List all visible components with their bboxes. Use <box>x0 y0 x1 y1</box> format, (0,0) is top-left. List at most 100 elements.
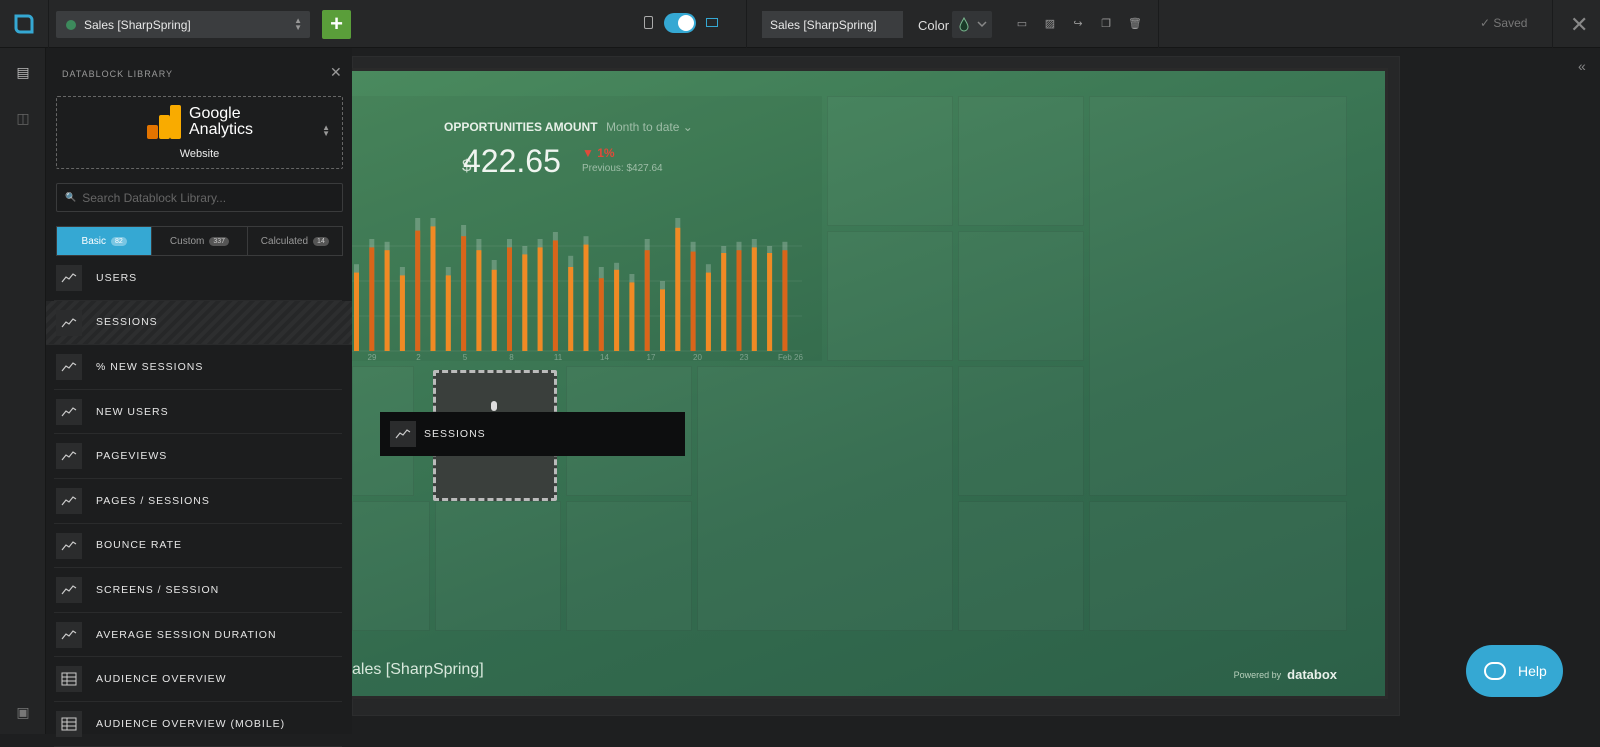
grid-cell[interactable] <box>958 96 1084 226</box>
library-item[interactable]: SCREENS / SESSION <box>54 568 342 613</box>
library-item-label: BOUNCE RATE <box>96 539 183 552</box>
trash-icon[interactable]: 🗑 <box>1128 18 1142 30</box>
grid-cell[interactable] <box>827 231 953 361</box>
library-item[interactable]: AVERAGE SESSION DURATION <box>54 613 342 658</box>
check-circle-icon: ✓ <box>1480 16 1494 30</box>
bar-chart: 29 2 5 8 11 14 17 20 23 Feb 26 <box>352 218 804 361</box>
bar-current <box>522 254 528 351</box>
grid-cell[interactable] <box>1089 501 1347 631</box>
grid-cell[interactable] <box>352 501 430 631</box>
help-button[interactable]: Help <box>1466 645 1563 697</box>
library-item[interactable]: PAGEVIEWS <box>54 434 342 479</box>
source-name-line1: Google <box>189 105 241 122</box>
previous-value: Previous: $427.64 <box>582 163 663 174</box>
bar-current <box>690 251 696 351</box>
copy-icon[interactable]: ❐ <box>1100 18 1112 30</box>
monitor-icon[interactable]: ▭ <box>1016 18 1028 30</box>
grid-cell[interactable] <box>827 96 953 226</box>
library-tabs: Basic 82 Custom 337 Calculated 14 <box>56 226 343 256</box>
console-icon[interactable]: ▣ <box>13 704 33 722</box>
chevron-down-icon: ⌄ <box>682 120 693 134</box>
color-picker[interactable] <box>952 11 992 38</box>
x-tick-label: 20 <box>693 353 702 361</box>
divider <box>1552 0 1553 48</box>
search-placeholder: Search Datablock Library... <box>82 190 227 205</box>
dragging-datablock[interactable]: SESSIONS <box>380 412 685 456</box>
library-item[interactable]: AUDIENCE OVERVIEW <box>54 657 342 702</box>
data-source-selector[interactable]: Google Analytics Website ▲ ▼ <box>56 96 343 169</box>
close-editor-icon[interactable]: ✕ <box>1570 12 1588 38</box>
table-icon <box>56 710 82 737</box>
datablock-opportunities[interactable]: 29 2 5 8 11 14 17 20 23 Feb 26 OPPORTUNITIES AMOU… <box>352 96 822 361</box>
library-item[interactable]: NEW USERS <box>54 390 342 435</box>
bar-current <box>660 289 665 351</box>
chart-settings-icon[interactable]: ◫ <box>13 110 33 128</box>
grid-cell[interactable] <box>958 366 1084 496</box>
grid-cell[interactable] <box>566 501 692 631</box>
library-item[interactable]: SESSIONS <box>46 300 352 346</box>
line-chart-icon <box>56 577 82 604</box>
bar-current <box>491 269 497 351</box>
library-item[interactable]: USERS <box>54 256 342 301</box>
library-item[interactable]: BOUNCE RATE <box>54 524 342 569</box>
bar-current <box>751 247 757 351</box>
bar-current <box>721 253 727 351</box>
library-item[interactable]: % NEW SESSIONS <box>54 345 342 390</box>
view-toggle[interactable] <box>664 13 696 33</box>
add-button[interactable]: + <box>322 10 351 39</box>
library-item-label: AUDIENCE OVERVIEW <box>96 673 227 686</box>
line-chart-icon <box>56 354 82 381</box>
search-input[interactable]: 🔍 Search Datablock Library... <box>56 183 343 212</box>
close-panel-icon[interactable]: ✕ <box>330 64 342 81</box>
library-icon[interactable]: ▤ <box>13 64 33 82</box>
share-icon[interactable]: ↪ <box>1072 18 1084 30</box>
tab-label: Calculated <box>260 235 309 247</box>
line-chart-icon <box>56 443 82 470</box>
bar-current <box>369 247 375 351</box>
tab-calculated[interactable]: Calculated 14 <box>248 227 342 255</box>
line-chart-icon <box>56 309 82 336</box>
collapse-right-icon[interactable]: « <box>1578 58 1586 74</box>
divider <box>746 0 747 48</box>
bar-current <box>598 278 604 351</box>
color-label: Color <box>918 18 950 33</box>
line-chart-icon <box>56 532 82 559</box>
mobile-view-icon[interactable] <box>644 16 653 29</box>
source-subtitle: Website <box>179 148 220 160</box>
library-item-label: SESSIONS <box>96 316 158 329</box>
bar-current <box>476 250 482 351</box>
library-item-label: % NEW SESSIONS <box>96 360 204 373</box>
library-item[interactable]: PAGES / SESSIONS <box>54 479 342 524</box>
library-item[interactable]: AUDIENCE OVERVIEW (MOBILE) <box>54 702 342 747</box>
left-rail: ▤ ◫ ▣ <box>0 48 46 734</box>
grid-cell[interactable] <box>1089 96 1347 496</box>
image-icon[interactable]: ▨ <box>1044 18 1056 30</box>
library-item-label: PAGEVIEWS <box>96 450 168 463</box>
databox-logo-icon[interactable] <box>12 12 36 36</box>
desktop-view-icon[interactable] <box>706 18 718 27</box>
period-select[interactable]: Month to date ⌄ <box>606 120 693 134</box>
grid-cell[interactable] <box>435 501 561 631</box>
chat-bubble-icon <box>1484 662 1506 680</box>
library-item-label: USERS <box>96 271 138 284</box>
bar-current <box>461 236 467 351</box>
grid-cell[interactable] <box>958 231 1084 361</box>
tab-custom[interactable]: Custom 337 <box>152 227 248 255</box>
brand-name: databox <box>1287 667 1337 682</box>
line-chart-icon <box>390 421 416 447</box>
bar-current <box>675 227 681 351</box>
change-value: 1% <box>597 146 615 160</box>
period-label: Month to date <box>606 120 680 134</box>
dashboard-title-input[interactable]: Sales [SharpSpring] <box>762 11 903 38</box>
droplet-icon <box>959 16 987 32</box>
bar-current <box>629 282 635 351</box>
panel-title: DATABLOCK LIBRARY <box>62 69 174 79</box>
x-tick-label: 17 <box>647 353 656 361</box>
tab-basic[interactable]: Basic 82 <box>57 227 153 255</box>
grid-cell[interactable] <box>958 501 1084 631</box>
x-tick-label: Feb 26 <box>778 353 803 361</box>
bar-current <box>507 247 512 351</box>
dashboard-select[interactable]: Sales [SharpSpring] ▲ ▼ <box>56 11 310 38</box>
grid-cell[interactable] <box>697 366 953 631</box>
library-item-label: AVERAGE SESSION DURATION <box>96 628 277 641</box>
